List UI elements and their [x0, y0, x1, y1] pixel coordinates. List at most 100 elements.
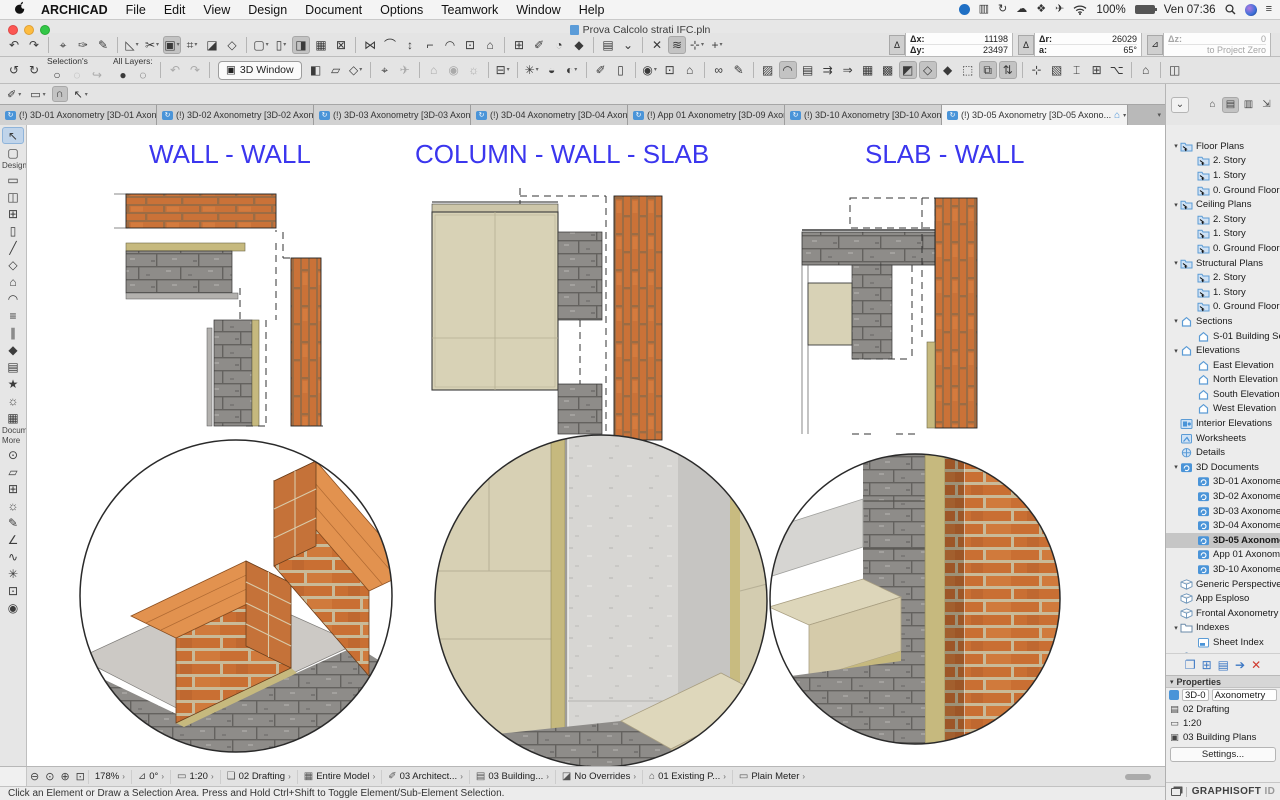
corner-icon[interactable]: ⌐ — [421, 36, 439, 54]
trim-elements-icon[interactable]: ⋈ — [361, 36, 379, 54]
disclosure-arrow-icon[interactable]: ▾ — [1172, 624, 1180, 632]
tree-item[interactable]: Worksheets — [1166, 431, 1280, 446]
overlap-icon[interactable]: ⧉ — [979, 61, 997, 79]
dimension-tool[interactable]: ⊙ — [2, 446, 24, 463]
tree-item[interactable]: ▾Structural Plans — [1166, 256, 1280, 271]
name-field[interactable]: Axonometry — [1212, 689, 1277, 701]
axono-icon[interactable]: ◇▾ — [347, 61, 365, 79]
sync-icon[interactable]: ↻ — [998, 4, 1007, 15]
settings-button[interactable]: Settings... — [1170, 747, 1276, 762]
scale-segment[interactable]: ▭1:20› — [170, 770, 220, 784]
hatch-step-icon[interactable]: ▤ — [799, 61, 817, 79]
tracker-delta-button-1[interactable]: Δ — [1018, 35, 1034, 55]
tree-item[interactable]: 0. Ground Floor — [1166, 183, 1280, 198]
layer-row[interactable]: ▤02 Drafting — [1166, 702, 1280, 716]
hatch-dark-icon[interactable]: ▩ — [879, 61, 897, 79]
branch-icon[interactable]: ⌥ — [1108, 61, 1126, 79]
stretch-icon[interactable]: ⌂ — [481, 36, 499, 54]
arrow-tool[interactable]: ↖▾ — [71, 86, 91, 102]
fly-icon[interactable]: ✈ — [396, 61, 414, 79]
tree-item[interactable]: 2. Story — [1166, 154, 1280, 169]
drawing-canvas[interactable]: WALL - WALL COLUMN - WALL - SLAB SLAB - … — [27, 125, 1165, 766]
virtual-trace-icon[interactable]: ⌄ — [619, 36, 637, 54]
mesh-tool[interactable]: ▦ — [2, 409, 24, 426]
locate-icon[interactable]: ✈ — [1055, 4, 1064, 15]
magnet-tool[interactable]: ∩ — [52, 86, 68, 102]
select-drop-icon[interactable]: ◌ — [68, 66, 86, 84]
window-tool[interactable]: ⊞ — [2, 205, 24, 222]
share-nodes-icon[interactable]: ❖ — [1036, 4, 1046, 15]
disclosure-arrow-icon[interactable]: ▾ — [1172, 317, 1180, 325]
figure-tool[interactable]: ⊡ — [2, 582, 24, 599]
light-tool[interactable]: ☼ — [2, 497, 24, 514]
tree-item[interactable]: East Elevation — [1166, 358, 1280, 373]
menu-edit[interactable]: Edit — [155, 3, 195, 17]
menu-archicad[interactable]: ARCHICAD — [32, 3, 117, 17]
camera-icon[interactable]: ◉▾ — [641, 61, 659, 79]
tree-item[interactable]: 3D-03 Axonometry — [1166, 504, 1280, 519]
menu-view[interactable]: View — [194, 3, 239, 17]
view-map-icon[interactable]: ▤ — [1222, 97, 1239, 113]
wall-tool[interactable]: ▭ — [2, 171, 24, 188]
tree-item[interactable]: ▾Sections — [1166, 314, 1280, 329]
fillet-icon[interactable]: ◠ — [441, 36, 459, 54]
siri-icon[interactable] — [1245, 4, 1257, 16]
tree-item[interactable]: West Elevation — [1166, 402, 1280, 417]
trim-icon[interactable]: ✂▾ — [143, 36, 161, 54]
resize-icon[interactable]: ⊡ — [461, 36, 479, 54]
add-coordinate-icon[interactable]: +▾ — [708, 36, 726, 54]
orientation-segment[interactable]: ⊿0°› — [131, 770, 170, 784]
favorites-tool[interactable]: ✐▾ — [4, 86, 24, 102]
dimensions-standard-segment[interactable]: ▭Plain Meter› — [732, 770, 811, 784]
columns-icon[interactable]: ▥ — [979, 4, 989, 15]
tracker-box-2[interactable]: Δz:0to Project Zero — [1163, 32, 1271, 57]
tree-item[interactable]: ▾3D Documents — [1166, 460, 1280, 475]
tab-overflow[interactable]: ▾ — [1128, 105, 1165, 125]
hatch-dome-icon[interactable]: ◠ — [779, 61, 797, 79]
pickup-parameters-icon[interactable]: ⌖ — [54, 36, 72, 54]
tab-2[interactable]: ↻(!) 3D-02 Axonometry [3D-02 Axon... — [157, 105, 314, 125]
tree-item[interactable]: App Esploso — [1166, 591, 1280, 606]
tree-item[interactable]: 3D-04 Axonometry — [1166, 518, 1280, 533]
menu-design[interactable]: Design — [239, 3, 296, 17]
hatch-edit-icon[interactable]: ▧ — [1048, 61, 1066, 79]
tree-item[interactable]: ▾Elevations — [1166, 343, 1280, 358]
modify-icon[interactable]: ✐ — [530, 36, 548, 54]
frame-icon[interactable]: ⊞ — [1088, 61, 1106, 79]
tracker-box-0[interactable]: Δx:11198Δy:23497 — [905, 32, 1013, 57]
guide-lines-icon[interactable]: ◺▾ — [123, 36, 141, 54]
railing-tool[interactable]: ∥ — [2, 324, 24, 341]
penset-row[interactable]: ▣03 Building Plans — [1166, 730, 1280, 744]
tracker-delta-button-0[interactable]: Δ — [889, 35, 905, 55]
cloud-icon[interactable]: ☁ — [1016, 4, 1027, 15]
inject-parameters-icon[interactable]: ✑ — [74, 36, 92, 54]
disclosure-arrow-icon[interactable]: ▾ — [1172, 142, 1180, 150]
zoom-home-icon[interactable]: ⊙ — [45, 770, 54, 783]
close-window-button[interactable] — [8, 25, 18, 35]
sun-study-icon[interactable]: ☼ — [465, 61, 483, 79]
zoom-level-segment[interactable]: 178%› — [88, 770, 131, 784]
apple-menu[interactable] — [8, 1, 32, 18]
guides-toggle-icon[interactable]: ≋ — [668, 36, 686, 54]
scale-row[interactable]: ▭1:20 — [1166, 716, 1280, 730]
tree-item[interactable]: Details — [1166, 445, 1280, 460]
tree-item[interactable]: App 01 Axonometry — [1166, 548, 1280, 563]
split-icon[interactable]: ↕ — [401, 36, 419, 54]
dimension-date-icon[interactable]: ▦ — [312, 36, 330, 54]
disclosure-arrow-icon[interactable]: ▾ — [1172, 201, 1180, 209]
text-select-icon[interactable]: ⌶ — [1068, 61, 1086, 79]
menu-teamwork[interactable]: Teamwork — [432, 3, 507, 17]
tree-item[interactable]: Frontal Axonometry — [1166, 606, 1280, 621]
tree-item[interactable]: 0. Ground Floor — [1166, 241, 1280, 256]
new-folder-icon[interactable]: ▤ — [1218, 658, 1229, 672]
navigator-tree-toggle[interactable]: ⌄ — [1171, 97, 1189, 113]
tree-item[interactable]: 3D-02 Axonometry — [1166, 489, 1280, 504]
cutaway-icon[interactable]: ◨ — [292, 36, 310, 54]
pen-set-segment[interactable]: ✐03 Architect...› — [381, 770, 469, 784]
object-tool[interactable]: ★ — [2, 375, 24, 392]
keyboard-icon[interactable]: ▤ — [599, 36, 617, 54]
dim-toggle-icon[interactable]: ⇅ — [999, 61, 1017, 79]
leaf-icon[interactable]: ◇ — [223, 36, 241, 54]
boolean-icon[interactable]: ◆ — [570, 36, 588, 54]
hatch-dotted-icon[interactable]: ◇ — [919, 61, 937, 79]
